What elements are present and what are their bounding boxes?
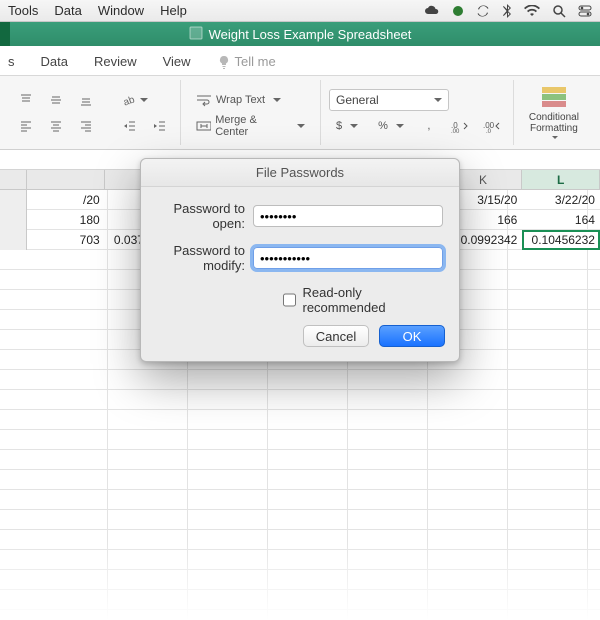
menu-window[interactable]: Window: [98, 3, 144, 18]
comma-style-button[interactable]: ,: [417, 115, 441, 137]
window-titlebar: Weight Loss Example Spreadsheet: [0, 22, 600, 46]
conditional-formatting-icon: [539, 84, 569, 110]
tab-data[interactable]: Data: [37, 48, 72, 75]
creative-cloud-icon[interactable]: [424, 5, 440, 17]
svg-text:ab: ab: [122, 94, 136, 107]
group-number: General $ % , .0.00 .00.0: [321, 80, 514, 145]
status-dot-icon[interactable]: [452, 5, 464, 17]
wifi-icon[interactable]: [524, 5, 540, 17]
password-modify-input[interactable]: [253, 247, 443, 269]
tab-review[interactable]: Review: [90, 48, 141, 75]
menu-help[interactable]: Help: [160, 3, 187, 18]
bluetooth-icon[interactable]: [502, 4, 512, 18]
format-as-table-button[interactable]: Format as Table: [592, 84, 600, 142]
ok-button[interactable]: OK: [379, 325, 445, 347]
mac-menubar: Tools Data Window Help: [0, 0, 600, 22]
ribbon-tabs: s Data Review View Tell me: [0, 46, 600, 76]
align-left-icon[interactable]: [14, 115, 38, 137]
row-header[interactable]: [0, 190, 27, 210]
increase-decimal-button[interactable]: .0.00: [447, 115, 473, 137]
readonly-recommended-checkbox[interactable]: [283, 293, 296, 307]
wrap-text-button[interactable]: Wrap Text: [189, 89, 288, 111]
decrease-decimal-button[interactable]: .00.0: [479, 115, 505, 137]
readonly-recommended-label: Read-only recommended: [302, 285, 443, 315]
excel-doc-icon: [189, 26, 203, 43]
merge-center-button[interactable]: Merge & Center: [189, 115, 312, 137]
cell[interactable]: 164: [522, 210, 600, 230]
orientation-icon[interactable]: ab: [118, 89, 152, 111]
window-title: Weight Loss Example Spreadsheet: [209, 27, 412, 42]
cancel-button[interactable]: Cancel: [303, 325, 369, 347]
cell[interactable]: /20: [27, 190, 105, 210]
spotlight-icon[interactable]: [552, 4, 566, 18]
align-top-icon[interactable]: [14, 89, 38, 111]
align-right-icon[interactable]: [74, 115, 98, 137]
decrease-decimal-icon: .00.0: [483, 119, 501, 133]
password-open-input[interactable]: [253, 205, 443, 227]
increase-decimal-icon: .0.00: [451, 119, 469, 133]
conditional-formatting-button[interactable]: Conditional Formatting: [522, 84, 586, 142]
password-modify-label: Password to modify:: [157, 243, 245, 273]
selected-cell[interactable]: 0.10456232: [522, 230, 600, 250]
select-all-corner[interactable]: [0, 170, 27, 189]
sync-icon[interactable]: [476, 4, 490, 18]
col-header-l[interactable]: L: [522, 170, 600, 189]
file-passwords-dialog: File Passwords Password to open: Passwor…: [140, 158, 460, 362]
dialog-title: File Passwords: [141, 159, 459, 187]
align-bottom-icon[interactable]: [74, 89, 98, 111]
align-center-icon[interactable]: [44, 115, 68, 137]
number-format-select[interactable]: General: [329, 89, 449, 111]
cell[interactable]: 703: [27, 230, 105, 250]
lightbulb-icon: [217, 55, 231, 69]
group-wrap-merge: Wrap Text Merge & Center: [181, 80, 321, 145]
svg-text:.00: .00: [451, 129, 460, 133]
menu-data[interactable]: Data: [54, 3, 81, 18]
increase-indent-icon[interactable]: [148, 115, 172, 137]
row-header[interactable]: [0, 230, 27, 250]
percent-button[interactable]: %: [371, 115, 411, 137]
currency-button[interactable]: $: [329, 115, 365, 137]
row-header[interactable]: [0, 210, 27, 230]
tab-partial[interactable]: s: [4, 48, 19, 75]
password-open-label: Password to open:: [157, 201, 245, 231]
cell[interactable]: 3/22/20: [522, 190, 600, 210]
align-middle-icon[interactable]: [44, 89, 68, 111]
svg-text:.0: .0: [486, 129, 492, 133]
tab-view[interactable]: View: [159, 48, 195, 75]
group-styles: Conditional Formatting Format as Table C…: [514, 80, 600, 145]
ribbon: ab Wrap Text Merge & Center: [0, 76, 600, 150]
col-header[interactable]: [27, 170, 105, 189]
decrease-indent-icon[interactable]: [118, 115, 142, 137]
tell-me-search[interactable]: Tell me: [213, 48, 280, 75]
control-center-icon[interactable]: [578, 5, 592, 17]
group-alignment: ab: [6, 80, 181, 145]
wrap-text-icon: [196, 93, 212, 107]
merge-icon: [196, 119, 211, 133]
menu-tools[interactable]: Tools: [8, 3, 38, 18]
cell[interactable]: 180: [27, 210, 105, 230]
